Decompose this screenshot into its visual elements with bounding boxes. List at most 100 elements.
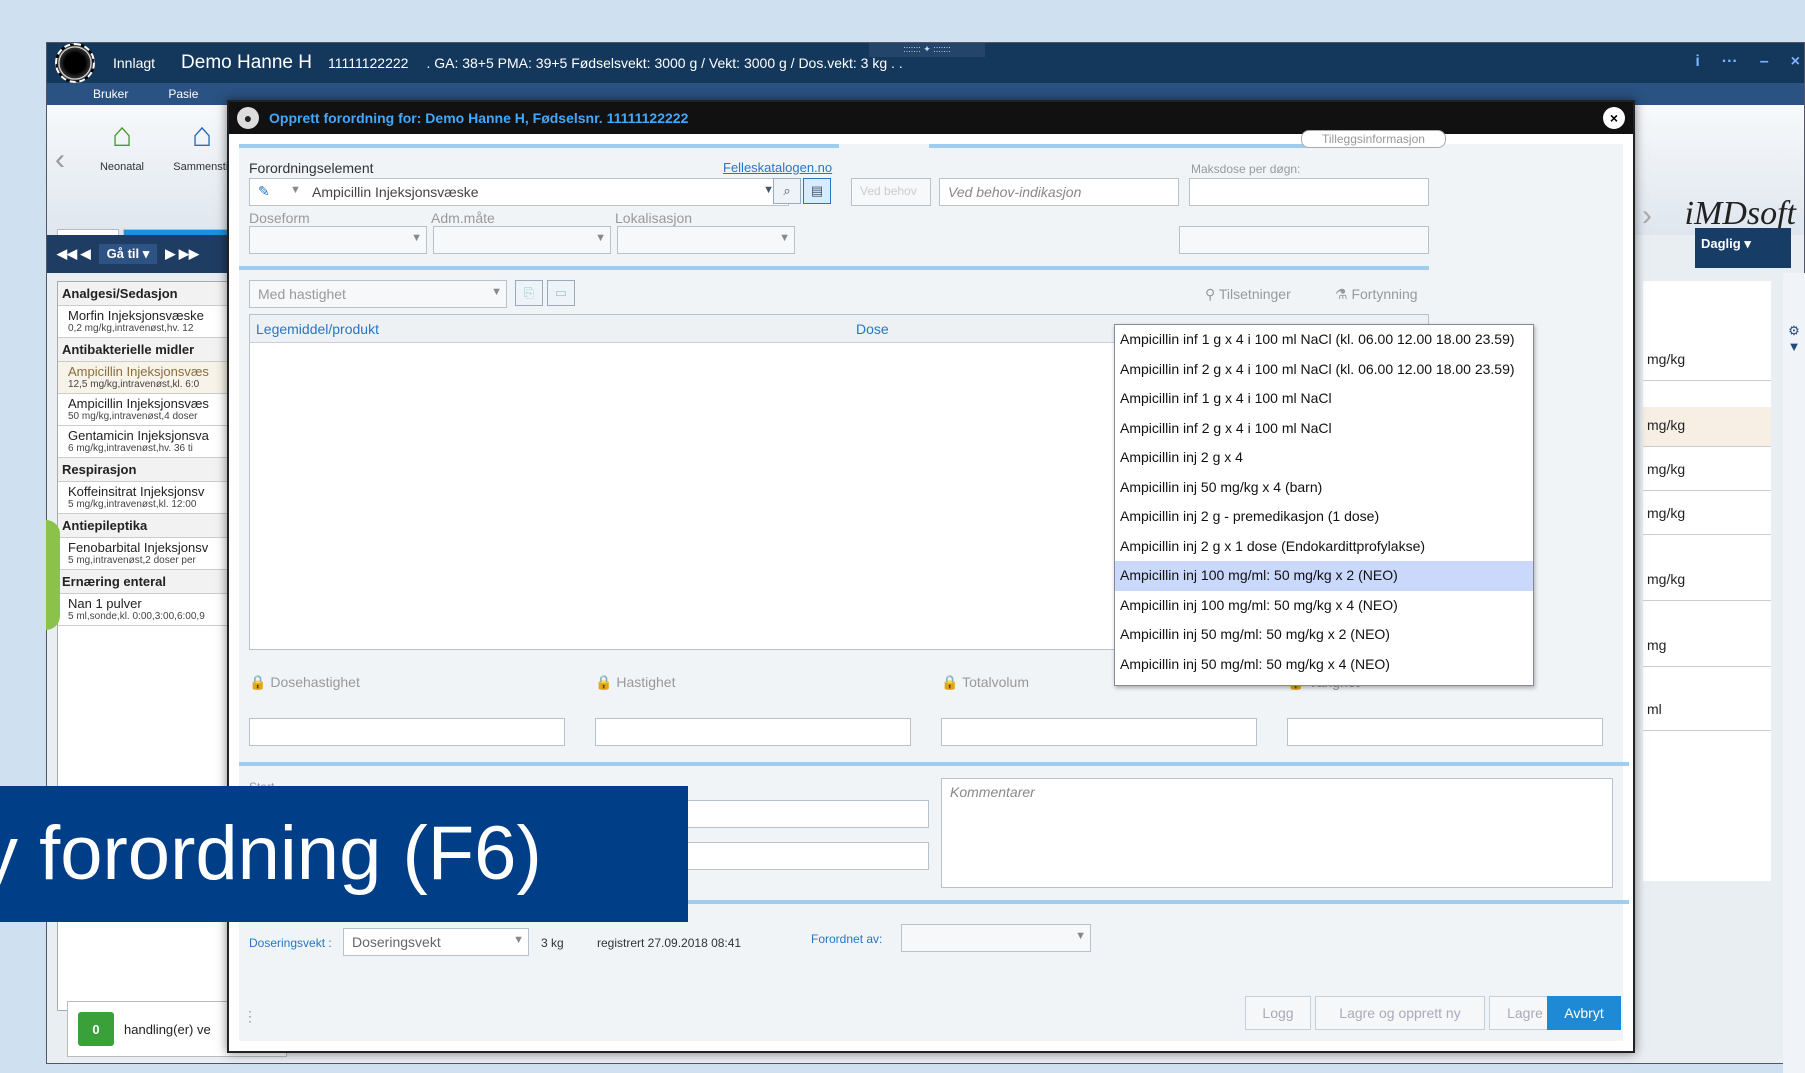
menu-pasient[interactable]: Pasie (168, 87, 198, 101)
search-icon[interactable]: ⌕ (773, 178, 801, 204)
list-item[interactable]: Koffeinsitrat Injeksjonsv 5 mg/kg,intrave… (58, 482, 246, 514)
keyboard-icon[interactable]: ▭ (547, 280, 575, 306)
column-header-dose[interactable]: Dose (856, 321, 889, 337)
unit-cell: mg/kg (1643, 341, 1771, 381)
patient-info: . GA: 38+5 PMA: 39+5 Fødselsvekt: 3000 g… (426, 55, 903, 71)
dropdown-option[interactable]: Ampicillin inj 2 g x 1 dose (Endokarditt… (1115, 532, 1533, 562)
order-detail: 6 mg/kg,intravenøst,hv. 36 ti (68, 443, 193, 454)
order-detail: 5 mg,intravenøst,2 doser per (68, 555, 196, 566)
adm-select[interactable]: ▼ (433, 226, 611, 254)
adm-label: Adm.måte (431, 210, 495, 226)
unit-cell: mg/kg (1643, 451, 1771, 491)
kommentarer-field[interactable]: Kommentarer (941, 778, 1613, 888)
dosehastighet-text: Dosehastighet (270, 674, 360, 690)
home-icon: ⌂ (111, 116, 133, 154)
template-list-icon[interactable]: ▤ (803, 178, 831, 204)
patient-name[interactable]: Demo Hanne H (181, 52, 312, 74)
dropdown-option[interactable]: Ampicillin inf 1 g x 4 i 100 ml NaCl (1115, 384, 1533, 414)
chevron-down-icon[interactable]: ▼ (290, 184, 301, 196)
totalvolum-field[interactable] (941, 718, 1257, 746)
doseform-label: Doseform (249, 210, 310, 226)
forward-icon[interactable]: ▶ ▶▶ (165, 246, 199, 262)
list-item[interactable]: Nan 1 pulver 5 ml,sonde,kl. 0:00,3:00,6:0… (58, 594, 246, 626)
column-header-legemiddel[interactable]: Legemiddel/produkt (256, 321, 856, 337)
unit-cell: mg (1643, 627, 1771, 667)
logg-button[interactable]: Logg (1245, 996, 1311, 1030)
unit-cell: mg/kg (1643, 561, 1771, 601)
med-hastighet-select[interactable]: Med hastighet ▼ (249, 280, 507, 308)
tag-icon[interactable]: ✎ (258, 183, 270, 200)
filter-icon[interactable]: ▼ (1783, 339, 1805, 354)
app-logo-icon (55, 43, 95, 83)
sammenstilling-label: Sammenstil (173, 161, 231, 173)
chevron-down-icon: ▼ (1075, 930, 1086, 942)
more-icon[interactable]: ··· (1722, 53, 1738, 71)
dropdown-option[interactable]: Ampicillin inj 50 mg/ml: 50 mg/kg x 4 (N… (1115, 650, 1533, 680)
hastighet-field[interactable] (595, 718, 911, 746)
order-name: Ampicillin Injeksjonsvæs (68, 396, 209, 411)
extra-field[interactable] (1179, 226, 1429, 254)
order-detail: 5 ml,sonde,kl. 0:00,3:00,6:00,9 (68, 611, 205, 622)
dosehastighet-label: 🔒 Dosehastighet (249, 674, 360, 691)
close-icon[interactable]: × (1791, 53, 1800, 71)
chevron-left-icon[interactable]: ‹ (55, 143, 65, 177)
dialog-title: Opprett forordning for: Demo Hanne H, Fø… (269, 110, 689, 126)
goto-bar: ◀◀ ◀ Gå til ▾ ▶ ▶▶ (47, 235, 247, 273)
copy-icon[interactable]: ⎘ (515, 280, 543, 306)
person-icon: ● (237, 107, 259, 129)
dropdown-option[interactable]: Ampicillin inj 2 g - premedikasjon (1 do… (1115, 502, 1533, 532)
dropdown-option[interactable]: Ampicillin inj 100 mg/ml: 50 mg/kg x 4 (… (1115, 591, 1533, 621)
varighet-field[interactable] (1287, 718, 1603, 746)
dropdown-option[interactable]: Ampicillin inf 2 g x 4 i 100 ml NaCl (kl… (1115, 355, 1533, 385)
ved-behov-indikasjon-placeholder: Ved behov-indikasjon (948, 184, 1082, 200)
lock-icon: 🔒 (595, 674, 617, 690)
neonatal-button[interactable]: ⌂ Neonatal (87, 115, 157, 173)
forordningselement-input[interactable]: ✎ ▼ Ampicillin Injeksjonsvæske ▼ (249, 178, 789, 206)
list-item[interactable]: Ampicillin Injeksjonsvæs 50 mg/kg,intrave… (58, 394, 246, 426)
fortynning-button[interactable]: ⚗ Fortynning (1335, 286, 1418, 303)
collapse-handle[interactable] (46, 520, 60, 630)
minimize-icon[interactable]: – (1760, 53, 1769, 71)
dropdown-option[interactable]: Ampicillin inf 2 g x 4 i 100 ml NaCl (1115, 414, 1533, 444)
menu-bruker[interactable]: Bruker (93, 87, 128, 101)
gear-icon[interactable]: ⚙ (1783, 323, 1805, 339)
hastighet-label: 🔒 Hastighet (595, 674, 675, 691)
action-count-badge[interactable]: 0 (78, 1012, 114, 1046)
doseform-select[interactable]: ▼ (249, 226, 427, 254)
doseringsvekt-select[interactable]: Doseringsvekt ▼ (343, 928, 529, 956)
list-item[interactable]: Gentamicin Injeksjonsva 6 mg/kg,intravenø… (58, 426, 246, 458)
dropdown-option[interactable]: Ampicillin inf 1 g x 4 i 100 ml NaCl (kl… (1115, 325, 1533, 355)
chevron-right-icon[interactable]: › (1642, 199, 1652, 233)
list-item[interactable]: Ampicillin Injeksjonsvæs 12,5 mg/kg,intra… (58, 362, 246, 394)
drag-handle-icon[interactable]: ⋮ (243, 1008, 257, 1025)
tilleggsinformasjon-tab[interactable]: Tilleggsinformasjon (1301, 130, 1446, 148)
avbryt-button[interactable]: Avbryt (1547, 996, 1621, 1030)
dropdown-option-highlighted[interactable]: Ampicillin inj 100 mg/ml: 50 mg/kg x 2 (… (1115, 561, 1533, 591)
ved-behov-button[interactable]: Ved behov (851, 178, 931, 206)
order-name: Gentamicin Injeksjonsva (68, 428, 209, 443)
lokalisasjon-select[interactable]: ▼ (617, 226, 795, 254)
daglig-label: Daglig (1701, 236, 1741, 251)
list-item[interactable]: Fenobarbital Injeksjonsv 5 mg,intravenøst… (58, 538, 246, 570)
maksdose-field[interactable] (1189, 178, 1429, 206)
dropdown-option[interactable]: Ampicillin inj 2 g x 4 (1115, 443, 1533, 473)
kommentarer-placeholder: Kommentarer (950, 784, 1035, 800)
dropdown-option[interactable]: Ampicillin inj 50 mg/ml: 50 mg/kg x 2 (N… (1115, 620, 1533, 650)
ved-behov-indikasjon-field[interactable]: Ved behov-indikasjon (939, 178, 1179, 206)
tilsetninger-button[interactable]: ⚲ Tilsetninger (1205, 286, 1291, 303)
felleskatalogen-link[interactable]: Felleskatalogen.no (723, 160, 832, 175)
list-item[interactable]: Morfin Injeksjonsvæske 0,2 mg/kg,intraven… (58, 306, 246, 338)
daglig-select[interactable]: Daglig ▾ (1695, 228, 1791, 268)
forordningselement-value: Ampicillin Injeksjonsvæske (312, 184, 479, 200)
dosehastighet-field[interactable] (249, 718, 565, 746)
dropdown-option[interactable]: Ampicillin inj 50 mg/kg x 4 (barn) (1115, 473, 1533, 503)
forordnet-av-select[interactable]: ▼ (901, 924, 1091, 952)
caption-text: y forordning (F6) (0, 811, 542, 896)
info-icon[interactable]: i (1695, 53, 1699, 71)
window-grip[interactable]: ::::::: ✦ ::::::: (869, 43, 985, 57)
neonatal-label: Neonatal (99, 161, 145, 173)
goto-select[interactable]: Gå til ▾ (98, 244, 158, 264)
lagre-og-opprett-ny-button[interactable]: Lagre og opprett ny (1315, 996, 1485, 1030)
dialog-close-icon[interactable]: × (1603, 107, 1625, 129)
rewind-icon[interactable]: ◀◀ ◀ (57, 246, 91, 262)
